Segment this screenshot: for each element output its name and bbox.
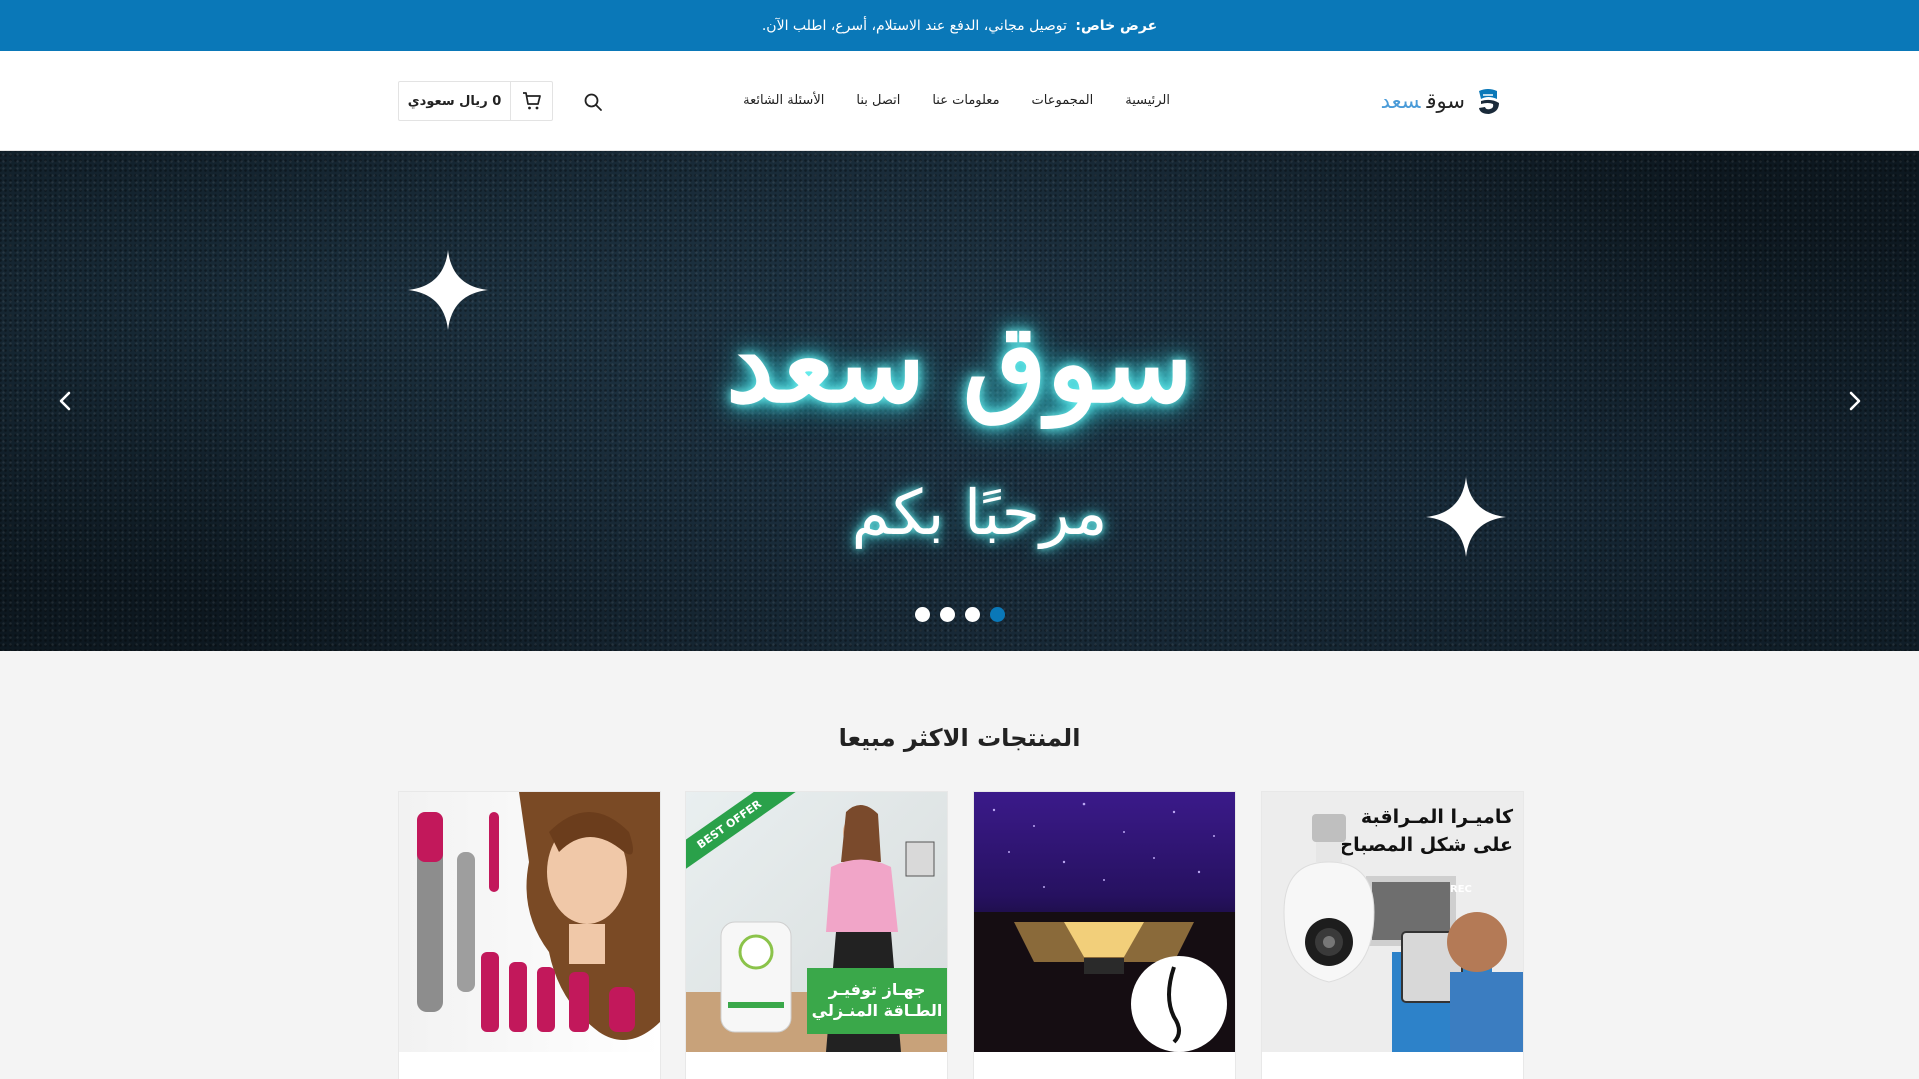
hero-subtitle: مرحبًا بكم bbox=[851, 476, 1108, 549]
search-icon[interactable] bbox=[583, 92, 603, 112]
announcement-bar: عرض خاص: توصيل مجاني، الدفع عند الاستلام… bbox=[0, 0, 1919, 51]
hero-title: سوق سعد bbox=[726, 301, 1193, 427]
product-image[interactable]: BEST OFFER جهـاز توفيـر الطـاقة المنـزلي bbox=[686, 792, 947, 1052]
section-title: المنتجات الاكثر مبيعا bbox=[838, 724, 1081, 752]
slider-dot-3[interactable] bbox=[964, 607, 980, 622]
announcement-text: عرض خاص: توصيل مجاني، الدفع عند الاستلام… bbox=[762, 18, 1157, 34]
hero-slider: سوق سعد مرحبًا بكم bbox=[0, 151, 1919, 651]
slider-dot-4-active[interactable] bbox=[989, 607, 1005, 622]
product-image-text: الطـاقة المنـزلي bbox=[811, 1001, 943, 1020]
chevron-right-icon[interactable] bbox=[1841, 388, 1867, 414]
slider-dot-1[interactable] bbox=[914, 607, 930, 622]
nav-contact[interactable]: اتصل بنا bbox=[856, 93, 900, 108]
cart-icon-wrap bbox=[510, 82, 552, 120]
chevron-left-icon[interactable] bbox=[53, 388, 79, 414]
rec-badge: REC bbox=[1450, 884, 1472, 895]
slider-dots bbox=[0, 607, 1919, 622]
product-card[interactable] bbox=[398, 791, 661, 1079]
slider-dot-2[interactable] bbox=[939, 607, 955, 622]
logo-text: سوقسعد bbox=[1381, 89, 1465, 113]
announcement-body: توصيل مجاني، الدفع عند الاستلام، أسرع، ا… bbox=[761, 17, 1072, 34]
logo-word-1: سوق bbox=[1426, 89, 1465, 113]
main-nav: الرئيسية المجموعات معلومات عنا اتصل بنا … bbox=[743, 93, 1170, 108]
product-image-label: جهـاز توفيـر الطـاقة المنـزلي bbox=[807, 968, 947, 1034]
car-lights-illustration bbox=[974, 802, 1235, 1052]
nav-faq[interactable]: الأسئلة الشائعة bbox=[743, 93, 824, 108]
camera-bulb-illustration bbox=[1283, 814, 1523, 1052]
product-image[interactable] bbox=[974, 792, 1235, 1052]
site-header: سوقسعد الرئيسية المجموعات معلومات عنا ات… bbox=[0, 51, 1919, 151]
announcement-prefix: عرض خاص: bbox=[1075, 17, 1158, 34]
cart-button[interactable]: 0 ريال سعودي bbox=[398, 81, 553, 121]
nav-collections[interactable]: المجموعات bbox=[1032, 93, 1094, 108]
nav-about[interactable]: معلومات عنا bbox=[932, 93, 999, 108]
hair-styler-illustration bbox=[417, 792, 660, 1040]
logo[interactable]: سوقسعد bbox=[1381, 85, 1503, 117]
logo-icon bbox=[1479, 89, 1499, 114]
product-image[interactable]: كاميـرا المـراقبة على شكل المصباح REC bbox=[1262, 792, 1523, 1052]
product-card[interactable] bbox=[973, 791, 1236, 1079]
product-image-text: جهـاز توفيـر bbox=[828, 980, 926, 1000]
product-card[interactable]: BEST OFFER جهـاز توفيـر الطـاقة المنـزلي bbox=[685, 791, 948, 1079]
cart-total: 0 ريال سعودي bbox=[407, 93, 502, 109]
product-card[interactable]: كاميـرا المـراقبة على شكل المصباح REC bbox=[1261, 791, 1524, 1079]
product-image[interactable] bbox=[399, 792, 660, 1052]
cart-icon bbox=[522, 92, 541, 110]
logo-word-2: سعد bbox=[1380, 89, 1421, 113]
nav-home[interactable]: الرئيسية bbox=[1125, 93, 1170, 108]
